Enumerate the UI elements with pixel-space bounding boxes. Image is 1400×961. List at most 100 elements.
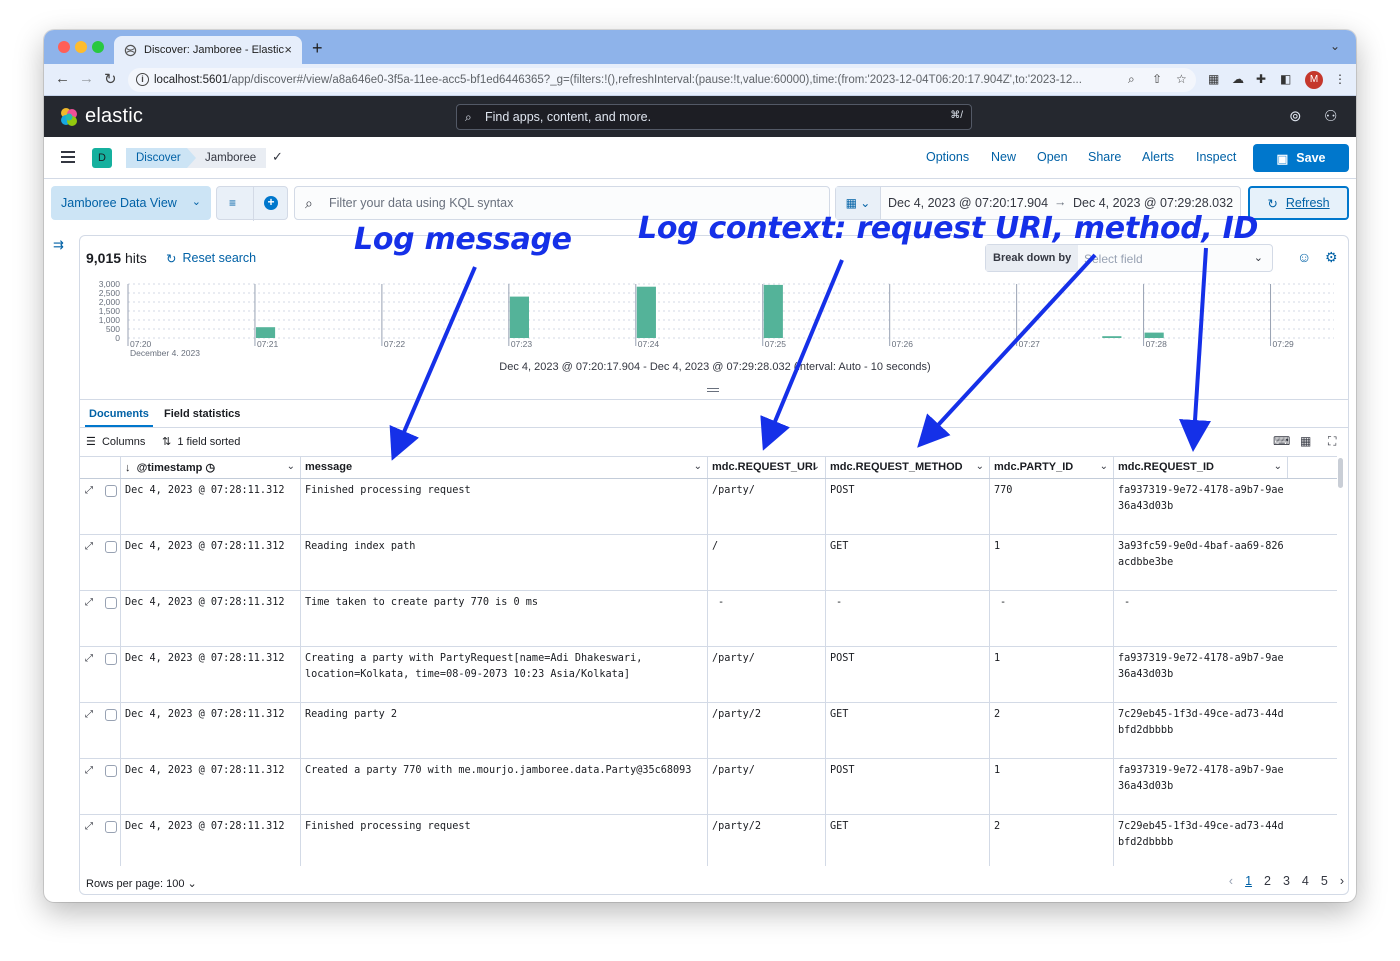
table-row[interactable]: ⤢ Dec 4, 2023 @ 07:28:11.312 Time taken to… [80,591,1337,647]
expand-row-icon[interactable]: ⤢ [85,709,93,720]
chevron-down-icon[interactable]: ⌄ [694,461,702,472]
chevron-down-icon[interactable]: ⌄ [1100,461,1108,472]
puzzle-extensions-icon[interactable]: ✚ [1256,72,1270,86]
forward-arrow-icon[interactable]: → [79,70,94,87]
expand-row-icon[interactable]: ⤢ [85,485,93,496]
lens-edit-icon[interactable]: ☺ [1297,249,1311,265]
menu-alerts[interactable]: Alerts [1142,150,1174,164]
table-row[interactable]: ⤢ Dec 4, 2023 @ 07:28:11.312 Reading index… [80,535,1337,591]
reset-search-link[interactable]: ↻ Reset search [166,251,256,266]
refresh-button[interactable]: ↻ Refresh [1248,186,1349,220]
table-row[interactable]: ⤢ Dec 4, 2023 @ 07:28:11.312 Created a par… [80,759,1337,815]
help-lifebuoy-icon[interactable]: ⊚ [1289,107,1302,125]
page-5[interactable]: 5 [1321,874,1328,888]
keyboard-shortcuts-icon[interactable]: ⌨ [1273,434,1290,448]
histogram-bar[interactable] [636,286,656,338]
resize-handle[interactable] [707,388,719,392]
chevron-down-icon[interactable]: ⌄ [976,461,984,472]
grid-scrollbar[interactable] [1338,458,1343,488]
close-window-button[interactable] [58,41,70,53]
histogram-bar[interactable] [1102,336,1122,338]
space-avatar[interactable]: D [92,148,112,168]
page-4[interactable]: 4 [1302,874,1309,888]
sidebar-expand-icon[interactable]: ⇉ [53,237,64,253]
table-row[interactable]: ⤢ Dec 4, 2023 @ 07:28:11.312 Finished proc… [80,815,1337,866]
global-search-input[interactable]: ⌕ Find apps, content, and more. ⌘/ [456,104,972,130]
browser-tab[interactable]: Discover: Jamboree - Elastic × [114,36,302,64]
column-header-request-uri[interactable]: mdc.REQUEST_URI ⌄ [708,457,826,478]
expand-row-icon[interactable]: ⤢ [85,597,93,608]
save-button[interactable]: ▣ Save [1253,144,1349,172]
chevron-down-icon[interactable]: ⌄ [812,461,820,472]
page-3[interactable]: 3 [1283,874,1290,888]
expand-row-icon[interactable]: ⤢ [85,765,93,776]
tab-close-icon[interactable]: × [284,42,292,57]
table-row[interactable]: ⤢ Dec 4, 2023 @ 07:28:11.312 Creating a pa… [80,647,1337,703]
filter-menu-icon[interactable]: ≡ [229,196,236,210]
breakdown-field-select[interactable]: Break down by Select field ⌄ [985,244,1273,272]
reload-icon[interactable]: ↻ [104,70,117,88]
expand-row-icon[interactable]: ⤢ [85,541,93,552]
browser-menu-icon[interactable]: ⋮ [1334,72,1348,86]
column-header-timestamp[interactable]: ↓ @timestamp ◷ ⌄ [121,457,301,478]
table-row[interactable]: ⤢ Dec 4, 2023 @ 07:28:11.312 Finished proc… [80,479,1337,535]
user-menu-icon[interactable]: ⚇ [1324,107,1337,125]
share-page-icon[interactable]: ⇧ [1152,72,1162,86]
display-settings-icon[interactable]: ▦ [1300,434,1311,448]
expand-row-icon[interactable]: ⤢ [85,653,93,664]
back-arrow-icon[interactable]: ← [55,70,70,87]
histogram-bar[interactable] [1144,332,1164,338]
time-end[interactable]: Dec 4, 2023 @ 07:29:28.032 [1073,196,1233,210]
add-filter-icon[interactable]: + [264,196,278,210]
histogram-bar[interactable] [763,284,783,338]
column-header-request-method[interactable]: mdc.REQUEST_METHOD ⌄ [826,457,990,478]
expand-row-icon[interactable]: ⤢ [85,821,93,832]
extension-icon[interactable]: ▦ [1208,72,1222,86]
row-checkbox[interactable] [105,709,117,721]
data-view-picker[interactable]: Jamboree Data View ⌄ [51,186,211,220]
histogram-bar[interactable] [255,327,276,338]
sort-button[interactable]: ⇅ 1 field sorted [162,435,240,448]
column-header-message[interactable]: message ⌄ [301,457,708,478]
row-checkbox[interactable] [105,653,117,665]
row-checkbox[interactable] [105,597,117,609]
chevron-down-icon[interactable]: ⌄ [1274,461,1282,472]
table-row[interactable]: ⤢ Dec 4, 2023 @ 07:28:11.312 Reading party… [80,703,1337,759]
menu-new[interactable]: New [991,150,1016,164]
elastic-logo-icon[interactable] [58,106,80,128]
bookmark-star-icon[interactable]: ☆ [1176,72,1187,86]
cloud-extension-icon[interactable]: ☁ [1232,72,1246,86]
url-field[interactable]: localhost:5601/app/discover#/view/a8a646… [128,68,1196,92]
zoom-icon[interactable]: ⌕ [1128,72,1135,87]
tab-documents[interactable]: Documents [89,408,149,420]
breadcrumb-discover[interactable]: Discover [126,148,199,168]
next-page-icon[interactable]: › [1340,874,1344,888]
row-checkbox[interactable] [105,485,117,497]
row-checkbox[interactable] [105,765,117,777]
column-header-request-id[interactable]: mdc.REQUEST_ID ⌄ [1114,457,1288,478]
fullscreen-icon[interactable]: ⛶ [1328,434,1336,449]
histogram-bar[interactable] [509,296,529,338]
gear-icon[interactable]: ⚙ [1325,249,1338,266]
menu-open[interactable]: Open [1037,150,1068,164]
profile-avatar[interactable]: M [1305,71,1323,89]
row-checkbox[interactable] [105,821,117,833]
chevron-down-icon[interactable]: ⌄ [287,461,295,472]
maximize-window-button[interactable] [92,41,104,53]
sidebar-toggle-icon[interactable]: ◧ [1280,72,1294,86]
menu-inspect[interactable]: Inspect [1196,150,1236,164]
time-start[interactable]: Dec 4, 2023 @ 07:20:17.904 [888,196,1048,210]
rows-per-page-select[interactable]: Rows per page: 100 ⌄ [86,877,197,890]
page-1[interactable]: 1 [1245,874,1252,888]
tab-search-chevron-icon[interactable]: ⌄ [1330,39,1340,53]
columns-button[interactable]: ☰ Columns [86,435,145,448]
previous-page-icon[interactable]: ‹ [1229,874,1233,888]
menu-share[interactable]: Share [1088,150,1121,164]
new-tab-button[interactable]: + [312,38,323,59]
page-2[interactable]: 2 [1264,874,1271,888]
minimize-window-button[interactable] [75,41,87,53]
tab-field-statistics[interactable]: Field statistics [164,408,240,420]
site-info-icon[interactable]: i [136,73,149,86]
column-header-party-id[interactable]: mdc.PARTY_ID ⌄ [990,457,1114,478]
row-checkbox[interactable] [105,541,117,553]
